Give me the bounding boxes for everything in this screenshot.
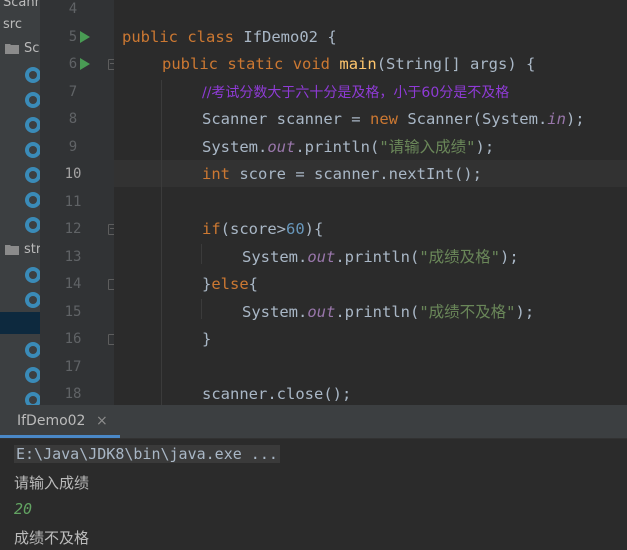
indent-guide <box>161 80 162 405</box>
console-command-line[interactable]: E:\Java\JDK8\bin\java.exe ... <box>14 445 280 463</box>
folder-label-sc[interactable]: Sc <box>24 41 39 56</box>
close-icon[interactable]: × <box>96 413 108 429</box>
line-number: 6 <box>68 56 78 72</box>
line-number: 14 <box>64 276 82 292</box>
code-line-9: System.out.println("请输入成绩"); <box>202 138 495 156</box>
folder-icon <box>5 245 19 255</box>
code-line-15: System.out.println("成绩不及格"); <box>242 303 535 321</box>
code-line-12: if(score>60){ <box>202 220 324 238</box>
run-class-icon[interactable] <box>80 31 90 43</box>
line-number: 9 <box>68 139 78 155</box>
code-line-14: }else{ <box>202 275 259 293</box>
code-line-6: public static void main(String[] args) { <box>162 55 536 73</box>
line-number-gutter: 4 5 6 7 8 9 10 11 12 13 14 15 16 17 18 <box>40 0 114 405</box>
project-panel: Scann src Sc str <box>0 0 40 405</box>
java-class-icon[interactable] <box>25 217 40 233</box>
code-line-7: //考试分数大于六十分是及格，小于60分是不及格 <box>202 85 510 101</box>
console-output-result: 成绩不及格 <box>14 529 90 547</box>
run-tab-label: IfDemo02 <box>17 413 86 429</box>
console-output-prompt: 请输入成绩 <box>14 474 90 492</box>
java-class-icon[interactable] <box>25 292 40 308</box>
line-number: 17 <box>64 359 82 375</box>
code-line-8: Scanner scanner = new Scanner(System.in)… <box>202 110 585 128</box>
run-tab-ifdemo02[interactable]: IfDemo02 × <box>0 405 120 438</box>
line-number: 5 <box>68 29 78 45</box>
indent-guide <box>201 244 202 264</box>
code-line-5: public class IfDemo02 { <box>122 28 337 46</box>
project-title: Scann <box>3 0 40 10</box>
indent-guide <box>201 299 202 319</box>
line-number: 12 <box>64 221 82 237</box>
folder-label-str[interactable]: str <box>24 242 40 257</box>
line-number: 16 <box>64 331 82 347</box>
code-line-16: } <box>202 330 212 348</box>
selected-file-row[interactable] <box>0 312 40 334</box>
run-tool-window: IfDemo02 × E:\Java\JDK8\bin\java.exe ...… <box>0 405 627 550</box>
run-main-icon[interactable] <box>80 58 90 70</box>
line-number: 4 <box>68 1 78 17</box>
console-user-input: 20 <box>14 500 33 518</box>
line-number: 7 <box>68 84 78 100</box>
java-class-icon[interactable] <box>25 342 40 358</box>
line-number: 18 <box>64 386 82 402</box>
java-class-icon[interactable] <box>25 267 40 283</box>
active-tab-indicator <box>0 435 120 438</box>
run-tab-bar: IfDemo02 × <box>0 405 627 439</box>
java-class-icon[interactable] <box>25 142 40 158</box>
java-class-icon[interactable] <box>25 192 40 208</box>
line-number: 11 <box>64 194 82 210</box>
line-number: 15 <box>64 304 82 320</box>
java-class-icon[interactable] <box>25 117 40 133</box>
code-line-13: System.out.println("成绩及格"); <box>242 248 519 266</box>
java-class-icon[interactable] <box>25 67 40 83</box>
java-class-icon[interactable] <box>25 92 40 108</box>
code-editor[interactable]: public class IfDemo02 { public static vo… <box>114 0 627 405</box>
code-line-18: scanner.close(); <box>202 385 352 403</box>
java-class-icon[interactable] <box>25 392 40 405</box>
code-line-10: int score = scanner.nextInt(); <box>202 165 482 183</box>
line-number: 13 <box>64 249 82 265</box>
java-class-icon[interactable] <box>25 167 40 183</box>
src-folder-label[interactable]: src <box>3 17 22 32</box>
java-class-icon[interactable] <box>25 367 40 383</box>
folder-icon <box>5 44 19 54</box>
line-number: 8 <box>68 111 78 127</box>
current-line-number: 10 <box>64 166 82 182</box>
